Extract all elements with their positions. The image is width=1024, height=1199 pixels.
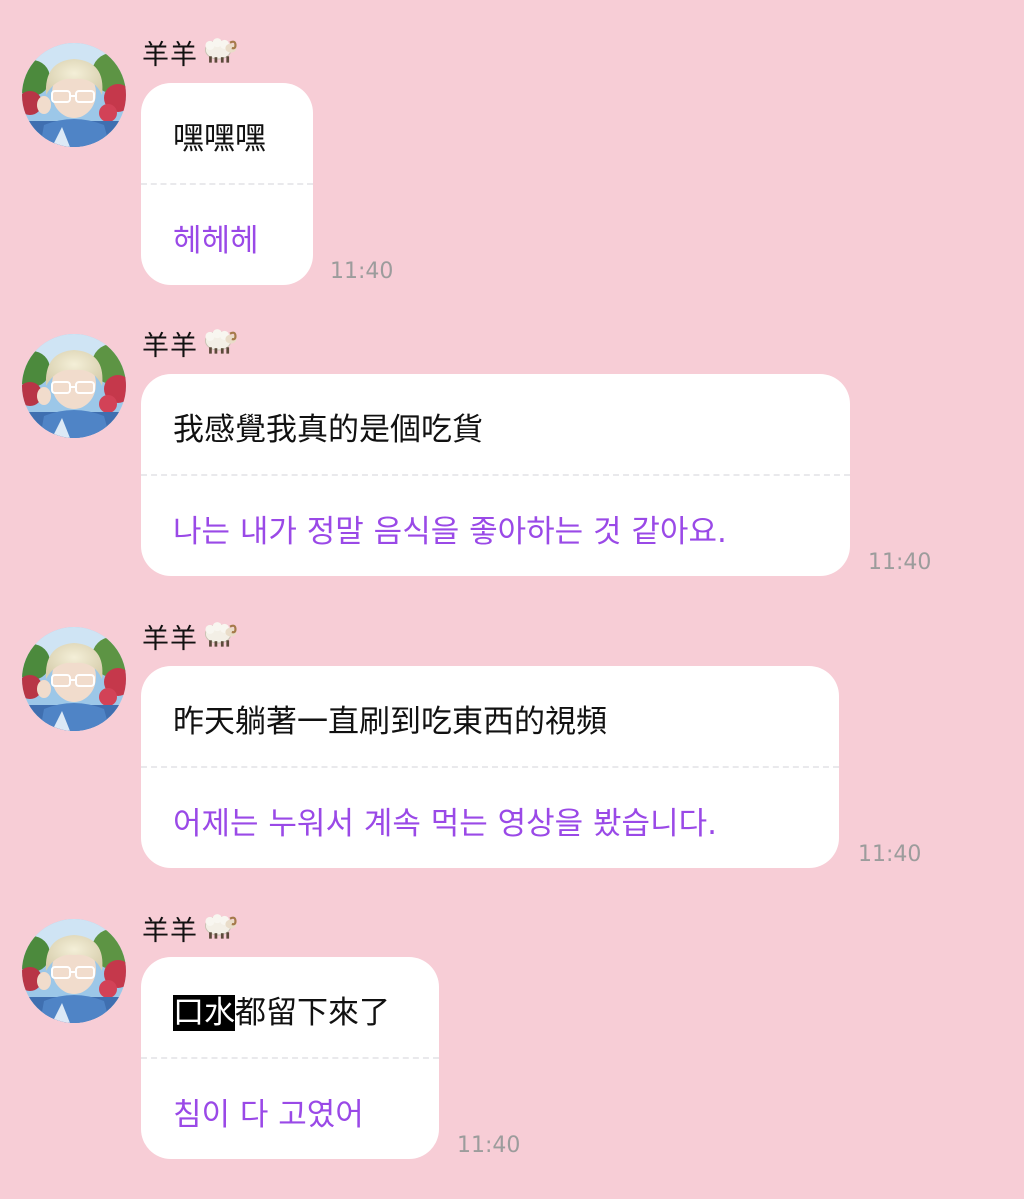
- ram-icon: [200, 323, 240, 364]
- divider: [141, 1057, 439, 1059]
- message-bubble[interactable]: 口水都留下來了 침이 다 고였어: [141, 957, 439, 1159]
- avatar-photo: [22, 43, 126, 147]
- sender-name-label: 羊羊: [142, 915, 198, 947]
- original-text-label: 昨天躺著一直刷到吃東西的視頻: [173, 704, 607, 740]
- avatar[interactable]: [22, 43, 126, 147]
- translation-text: 어제는 누워서 계속 먹는 영상을 봤습니다.: [173, 806, 717, 842]
- divider: [141, 474, 850, 476]
- translation-text: 침이 다 고였어: [173, 1097, 364, 1133]
- sender-name-label: 羊羊: [142, 623, 198, 655]
- avatar[interactable]: [22, 627, 126, 731]
- ram-icon: [200, 616, 240, 657]
- ram-icon: [200, 32, 240, 73]
- original-text: 口水都留下來了: [173, 987, 390, 1032]
- message-bubble[interactable]: 昨天躺著一直刷到吃東西的視頻 어제는 누워서 계속 먹는 영상을 봤습니다.: [141, 666, 839, 868]
- divider: [141, 183, 313, 185]
- timestamp: 11:40: [457, 1133, 521, 1158]
- avatar[interactable]: [22, 919, 126, 1023]
- sender-name: 羊羊: [142, 908, 240, 948]
- sender-name: 羊羊: [142, 32, 240, 72]
- sender-name: 羊羊: [142, 616, 240, 656]
- divider: [141, 766, 839, 768]
- original-text-label: 我感覺我真的是個吃貨: [173, 412, 483, 448]
- original-text: 嘿嘿嘿: [173, 113, 266, 158]
- message-bubble[interactable]: 嘿嘿嘿 헤헤헤: [141, 83, 313, 285]
- original-text-label: 嘿嘿嘿: [173, 121, 266, 157]
- translation-text: 헤헤헤: [173, 223, 259, 259]
- timestamp: 11:40: [330, 259, 394, 284]
- original-text: 我感覺我真的是個吃貨: [173, 404, 483, 449]
- timestamp: 11:40: [868, 550, 932, 575]
- timestamp: 11:40: [858, 842, 922, 867]
- highlighted-text[interactable]: 口水: [173, 995, 235, 1031]
- avatar-photo: [22, 627, 126, 731]
- sender-name-label: 羊羊: [142, 330, 198, 362]
- translation-text: 나는 내가 정말 음식을 좋아하는 것 같아요.: [173, 514, 727, 550]
- original-text: 昨天躺著一直刷到吃東西的視頻: [173, 696, 607, 741]
- sender-name: 羊羊: [142, 323, 240, 363]
- avatar-photo: [22, 919, 126, 1023]
- avatar[interactable]: [22, 334, 126, 438]
- message-bubble[interactable]: 我感覺我真的是個吃貨 나는 내가 정말 음식을 좋아하는 것 같아요.: [141, 374, 850, 576]
- avatar-photo: [22, 334, 126, 438]
- sender-name-label: 羊羊: [142, 39, 198, 71]
- original-text-rest: 都留下來了: [235, 995, 390, 1031]
- ram-icon: [200, 908, 240, 949]
